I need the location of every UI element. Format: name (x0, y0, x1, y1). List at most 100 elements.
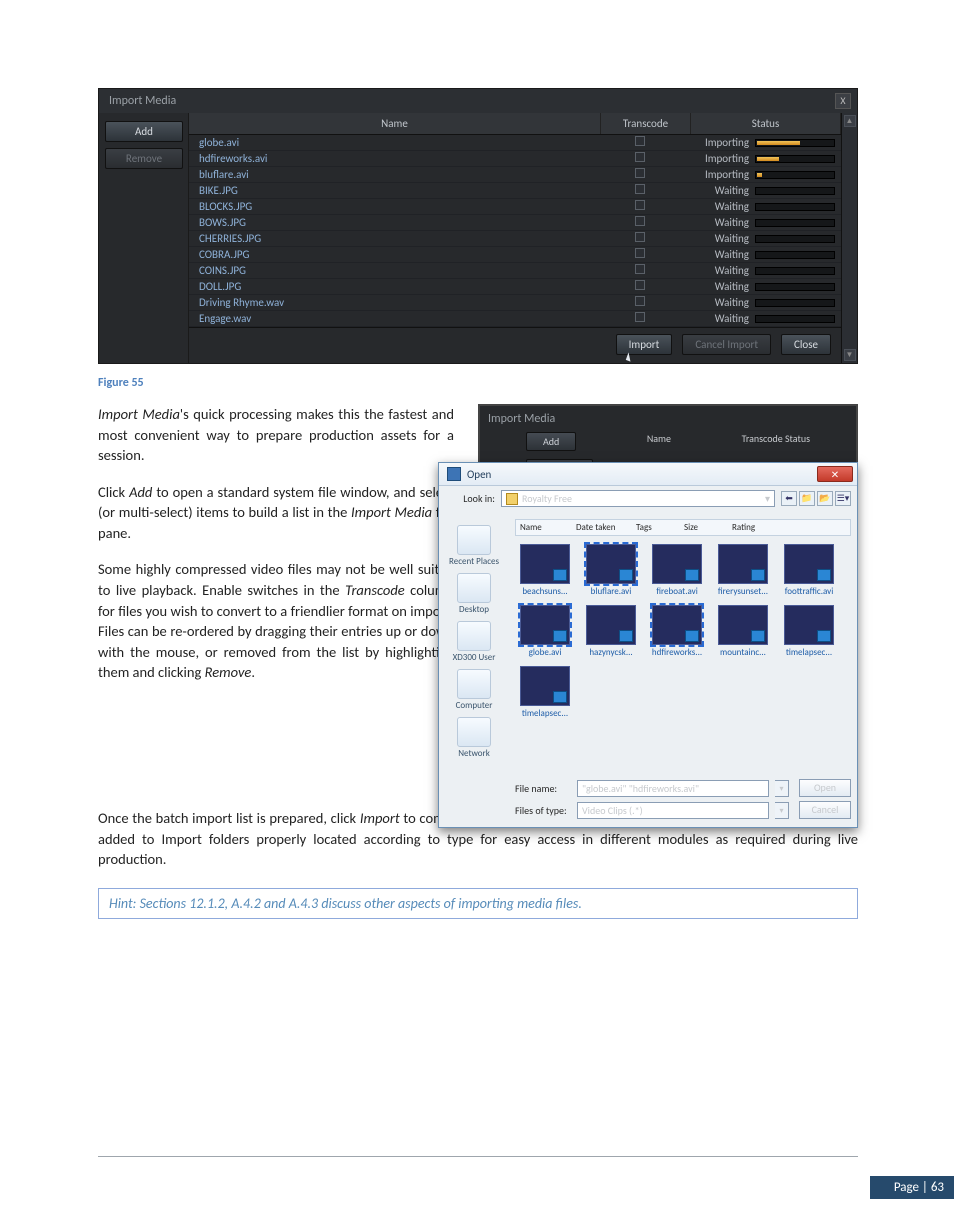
filetype-field[interactable]: Video Clips (.*) (577, 802, 769, 819)
col-transcode: Transcode (601, 113, 691, 134)
thumbnail-item[interactable]: bluflare.avi (583, 544, 639, 597)
thumbnail-caption: hdfireworks... (649, 647, 705, 658)
status-text: Waiting (685, 296, 755, 309)
thumbnail-item[interactable]: hdfireworks... (649, 605, 705, 658)
progress-bar (755, 171, 835, 179)
table-row[interactable]: DOLL.JPGWaiting (189, 279, 841, 295)
thumbnail-caption: hazynycsk... (583, 647, 639, 658)
thumbnail-item[interactable]: foottraffic.avi (781, 544, 837, 597)
transcode-checkbox[interactable] (595, 136, 685, 149)
add-button[interactable]: Add (105, 121, 183, 142)
transcode-checkbox[interactable] (595, 248, 685, 261)
table-row[interactable]: Driving Rhyme.wavWaiting (189, 295, 841, 311)
table-row[interactable]: COBRA.JPGWaiting (189, 247, 841, 263)
thumbnail-item[interactable]: firerysunset... (715, 544, 771, 597)
progress-bar (755, 283, 835, 291)
dialog-title: Import Media (109, 94, 176, 108)
col-tags[interactable]: Tags (636, 522, 680, 533)
progress-bar (755, 203, 835, 211)
close-button[interactable]: Close (781, 334, 831, 355)
table-row[interactable]: BIKE.JPG Waiting (189, 183, 841, 199)
video-thumbnail-icon (718, 544, 768, 584)
file-name: CHERRIES.JPG (199, 232, 595, 245)
places-item[interactable]: Network (443, 717, 505, 759)
video-thumbnail-icon (520, 666, 570, 706)
place-label: Recent Places (443, 556, 505, 567)
transcode-checkbox[interactable] (595, 216, 685, 229)
open-button[interactable]: Open (799, 779, 851, 797)
transcode-checkbox[interactable] (595, 200, 685, 213)
close-icon[interactable]: X (835, 93, 851, 109)
transcode-checkbox[interactable] (595, 264, 685, 277)
places-item[interactable]: XD300 User (443, 621, 505, 663)
file-browser: Name Date taken Tags Size Rating beachsu… (509, 515, 857, 771)
file-name: BIKE.JPG (199, 184, 595, 197)
thumbnail-item[interactable]: beachsuns... (517, 544, 573, 597)
thumbnail-item[interactable]: hazynycsk... (583, 605, 639, 658)
filename-dropdown-icon[interactable]: ▾ (775, 780, 789, 797)
thumbnail-item[interactable]: timelapsec... (517, 666, 573, 719)
table-row[interactable]: bluflare.aviImporting (189, 167, 841, 183)
close-icon[interactable]: ✕ (817, 466, 853, 482)
file-name: BOWS.JPG (199, 216, 595, 229)
file-name: globe.avi (199, 136, 595, 149)
col-name[interactable]: Name (520, 522, 572, 533)
thumbnail-item[interactable]: timelapsec... (781, 605, 837, 658)
table-row[interactable]: Engage.wavWaiting (189, 311, 841, 327)
thumbnail-caption: timelapsec... (781, 647, 837, 658)
thumbnail-item[interactable]: fireboat.avi (649, 544, 705, 597)
progress-bar (755, 299, 835, 307)
video-thumbnail-icon (784, 544, 834, 584)
para-2: Click Add to open a standard system file… (98, 482, 454, 544)
file-name: COINS.JPG (199, 264, 595, 277)
table-row[interactable]: hdfireworks.avi Importing (189, 151, 841, 167)
status-text: Importing (685, 152, 755, 165)
file-name: hdfireworks.avi (199, 152, 595, 165)
places-item[interactable]: Desktop (443, 573, 505, 615)
table-row[interactable]: COINS.JPGWaiting (189, 263, 841, 279)
transcode-checkbox[interactable] (595, 152, 685, 165)
place-label: Network (443, 748, 505, 759)
filetype-dropdown-icon[interactable]: ▾ (775, 802, 789, 819)
para-1: Import Media's quick processing makes th… (98, 404, 454, 466)
table-row[interactable]: globe.aviImporting (189, 135, 841, 151)
filename-field[interactable]: "globe.avi" "hdfireworks.avi" (577, 780, 769, 797)
table-row[interactable]: BLOCKS.JPGWaiting (189, 199, 841, 215)
video-thumbnail-icon (718, 605, 768, 645)
transcode-checkbox[interactable] (595, 280, 685, 293)
col-rating[interactable]: Rating (732, 522, 782, 533)
import-media-dialog: Import Media X Add Remove Name Transcode… (98, 88, 858, 364)
back-icon[interactable]: ⬅ (781, 491, 797, 506)
places-item[interactable]: Recent Places (443, 525, 505, 567)
up-icon[interactable]: 📁 (799, 491, 815, 506)
col-date[interactable]: Date taken (576, 522, 632, 533)
cancel-button[interactable]: Cancel (799, 801, 851, 819)
status-text: Waiting (685, 184, 755, 197)
views-icon[interactable]: ☰▾ (835, 491, 851, 506)
scrollbar[interactable]: ▲ ▼ (841, 113, 857, 363)
panel-titlebar: Import Media (480, 406, 856, 428)
progress-bar (755, 219, 835, 227)
add-button[interactable]: Add (526, 432, 576, 451)
transcode-checkbox[interactable] (595, 296, 685, 309)
transcode-checkbox[interactable] (595, 168, 685, 181)
transcode-checkbox[interactable] (595, 312, 685, 325)
import-button[interactable]: Import (616, 334, 673, 355)
nav-icons: ⬅ 📁 📂 ☰▾ (781, 491, 851, 506)
figure55-caption: Figure 55 (98, 376, 858, 390)
newfolder-icon[interactable]: 📂 (817, 491, 833, 506)
places-item[interactable]: Computer (443, 669, 505, 711)
cancel-import-button[interactable]: Cancel Import (682, 334, 771, 355)
remove-button[interactable]: Remove (105, 148, 183, 169)
thumbnail-item[interactable]: globe.avi (517, 605, 573, 658)
lookin-select[interactable]: Royalty Free▾ (501, 490, 775, 507)
transcode-checkbox[interactable] (595, 184, 685, 197)
transcode-checkbox[interactable] (595, 232, 685, 245)
scroll-up-icon[interactable]: ▲ (844, 115, 856, 127)
table-row[interactable]: CHERRIES.JPGWaiting (189, 231, 841, 247)
thumbnail-item[interactable]: mountainc... (715, 605, 771, 658)
open-dialog-title: Open (467, 468, 491, 481)
scroll-down-icon[interactable]: ▼ (844, 349, 856, 361)
col-size[interactable]: Size (684, 522, 728, 533)
table-row[interactable]: BOWS.JPGWaiting (189, 215, 841, 231)
